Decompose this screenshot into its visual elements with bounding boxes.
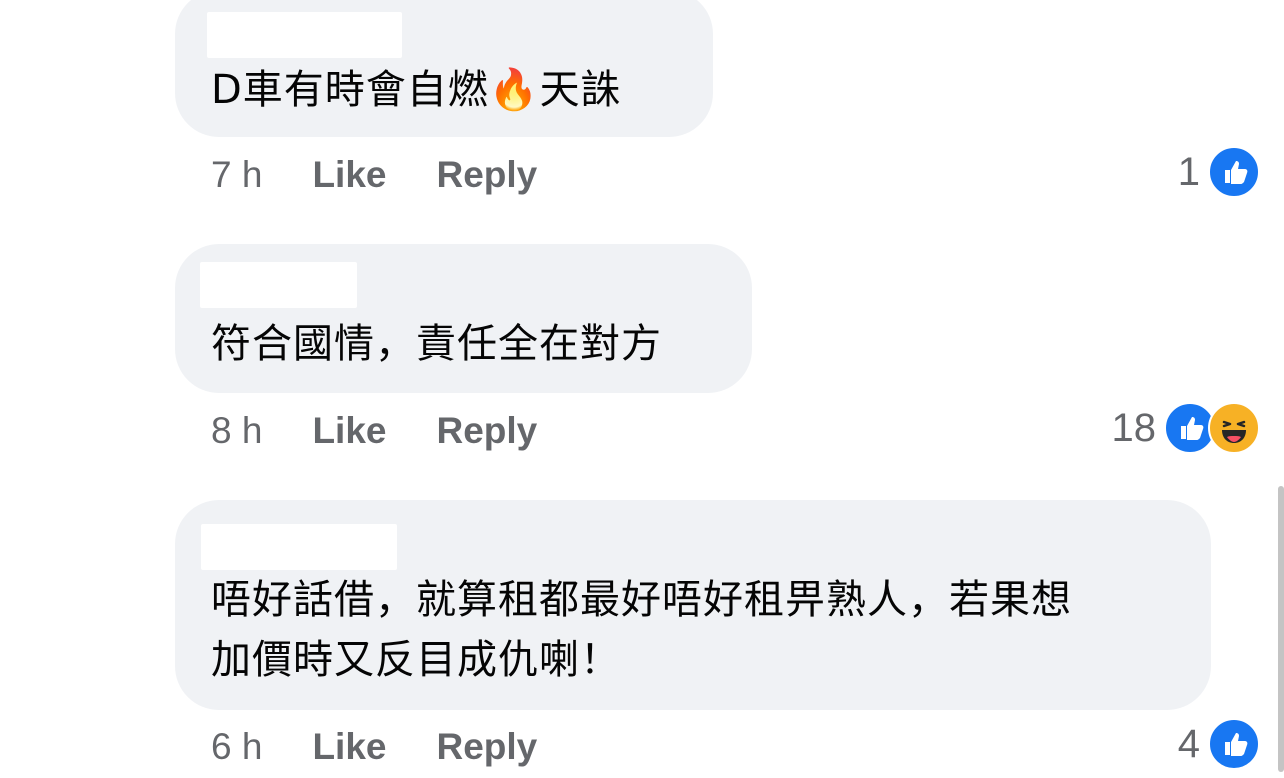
comment-time[interactable]: 8 h: [211, 410, 262, 452]
like-button[interactable]: Like: [312, 726, 386, 768]
redacted-author-name[interactable]: [200, 262, 357, 308]
comment-actions: 6 h Like Reply: [211, 726, 587, 768]
like-button[interactable]: Like: [312, 410, 386, 452]
comment-text: 符合國情，責任全在對方: [211, 321, 662, 367]
comment-bubble: D車有時會自燃🔥天誅: [175, 0, 713, 137]
comment-text: D車有時會自燃🔥天誅: [211, 67, 622, 113]
comment-bubble: 唔好話借，就算租都最好唔好租畀熟人，若果想 加價時又反目成仇喇！: [175, 500, 1211, 710]
comment-text: 唔好話借，就算租都最好唔好租畀熟人，若果想 加價時又反目成仇喇！: [211, 577, 1072, 683]
like-button[interactable]: Like: [312, 154, 386, 196]
reply-button[interactable]: Reply: [436, 726, 537, 768]
reply-button[interactable]: Reply: [436, 154, 537, 196]
comment-bubble: 符合國情，責任全在對方: [175, 244, 752, 393]
comment-time[interactable]: 7 h: [211, 154, 262, 196]
comment-actions: 7 h Like Reply: [211, 154, 587, 196]
like-icon: [1208, 146, 1260, 198]
reactions-summary[interactable]: 18: [1111, 402, 1260, 454]
scrollbar[interactable]: [1278, 486, 1284, 772]
haha-icon: [1208, 402, 1260, 454]
redacted-author-name[interactable]: [201, 524, 397, 570]
redacted-author-name[interactable]: [207, 12, 402, 58]
reply-button[interactable]: Reply: [436, 410, 537, 452]
reactions-summary[interactable]: 1: [1178, 146, 1260, 198]
reactions-summary[interactable]: 4: [1178, 718, 1260, 770]
reaction-count: 4: [1177, 721, 1200, 766]
like-icon: [1208, 718, 1260, 770]
reaction-count: 1: [1177, 149, 1200, 194]
comment-time[interactable]: 6 h: [211, 726, 262, 768]
reaction-count: 18: [1111, 405, 1157, 450]
comment-actions: 8 h Like Reply: [211, 410, 587, 452]
